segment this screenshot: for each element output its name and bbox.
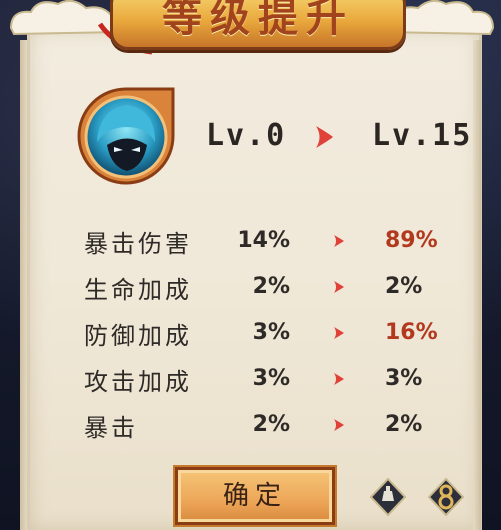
stat-label: 生命加成 <box>84 276 192 304</box>
stat-old-value: 2% <box>252 274 290 299</box>
stat-old-value: 14% <box>237 228 290 253</box>
red-arrow-icon <box>316 126 333 148</box>
stat-new-value: 2% <box>385 274 423 299</box>
confirm-button[interactable]: 确定 <box>173 465 337 527</box>
stat-label: 暴击 <box>84 414 138 442</box>
red-arrow-icon <box>334 235 344 247</box>
stat-row-crit-damage: 暴击伤害 14% 89% <box>0 222 501 258</box>
stat-row-attack-bonus: 攻击加成 3% 3% <box>0 360 501 396</box>
stat-label: 攻击加成 <box>84 368 192 396</box>
stat-label: 防御加成 <box>84 322 192 350</box>
stat-row-hp-bonus: 生命加成 2% 2% <box>0 268 501 304</box>
stat-row-defense-bonus: 防御加成 3% 16% <box>0 314 501 350</box>
new-level: Lv.15 <box>372 118 473 153</box>
red-arrow-icon <box>334 373 344 385</box>
red-arrow-icon <box>334 281 344 293</box>
current-level: Lv.0 <box>206 118 287 153</box>
stat-new-value: 2% <box>385 412 423 437</box>
stat-old-value: 3% <box>252 320 290 345</box>
red-arrow-icon <box>334 327 344 339</box>
stat-new-value: 89% <box>385 228 438 253</box>
stat-new-value: 3% <box>385 366 423 391</box>
stat-label: 暴击伤害 <box>84 230 192 258</box>
ink-brush-icon[interactable] <box>368 477 408 517</box>
stat-old-value: 3% <box>252 366 290 391</box>
page-title: 等级提升 <box>110 0 406 50</box>
ninja-character-portrait-icon <box>77 87 175 185</box>
rope-knot-icon[interactable] <box>426 477 466 517</box>
stat-row-crit: 暴击 2% 2% <box>0 406 501 442</box>
stat-new-value: 16% <box>385 320 438 345</box>
title-bar: 等级提升 <box>0 0 501 55</box>
red-arrow-icon <box>334 419 344 431</box>
stat-old-value: 2% <box>252 412 290 437</box>
